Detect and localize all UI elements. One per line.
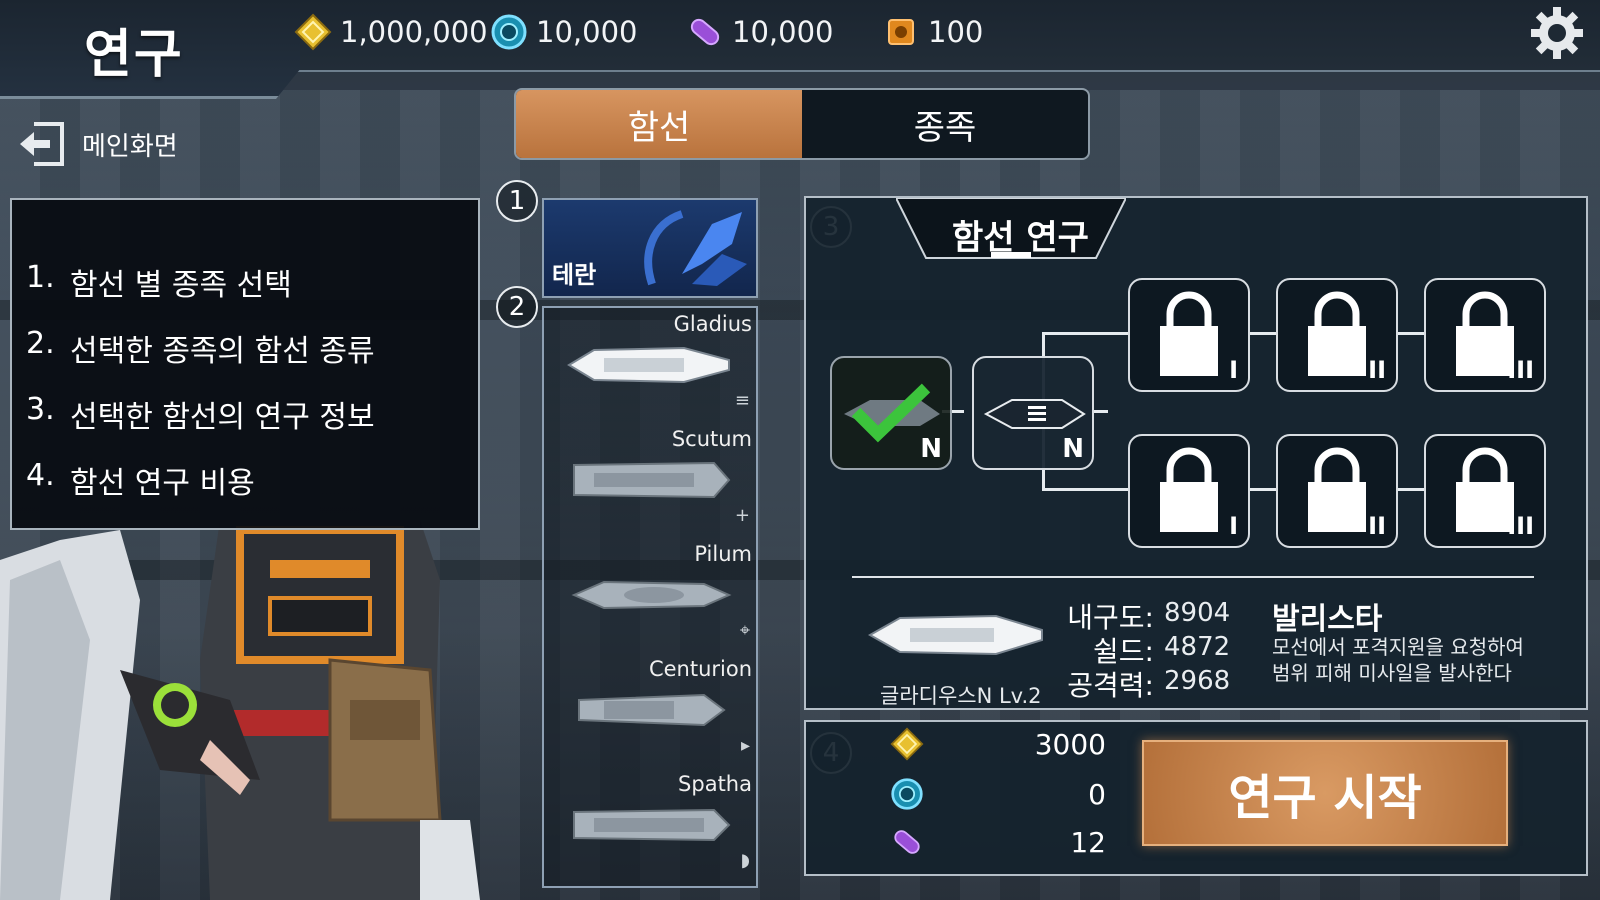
resource-gold-value: 1,000,000 (340, 15, 488, 49)
stat-value-shield: 4872 (1164, 632, 1231, 662)
ship-level-label: 글라디우스N Lv.2 (880, 684, 1042, 708)
guide-item: 3. 선택한 함선의 연구 정보 (26, 392, 375, 435)
page-title: 연구 (84, 25, 184, 85)
resource-chip: 100 (882, 12, 983, 52)
ship-gladius-icon (567, 346, 730, 384)
research-node-locked[interactable]: I (1128, 434, 1250, 548)
stat-value-attack: 2968 (1164, 666, 1231, 696)
research-node-locked[interactable]: II (1276, 434, 1398, 548)
stat-value-durability: 8904 (1164, 598, 1231, 628)
marker-1: 1 (496, 180, 538, 222)
research-node-locked[interactable]: I (1128, 278, 1250, 392)
guide-item: 4. 함선 연구 비용 (26, 458, 255, 501)
back-label: 메인화면 (82, 131, 178, 162)
guide-item: 2. 선택한 종족의 함선 종류 (26, 326, 375, 369)
ship-gladius-preview-icon (867, 614, 1043, 656)
resource-gold: 1,000,000 (294, 12, 488, 52)
tab-ships[interactable]: 함선 (516, 90, 802, 158)
exit-arrow-icon (20, 122, 64, 166)
research-node-locked[interactable]: II (1276, 278, 1398, 392)
ship-centurion-icon (578, 693, 726, 727)
guide-item: 1. 함선 별 종족 선택 (26, 260, 292, 303)
resource-orb-value: 10,000 (536, 15, 638, 49)
gold-diamond-icon (890, 727, 924, 761)
race-selector-terran[interactable]: 테란 (542, 198, 758, 298)
stat-label-attack: 공격력: (1067, 669, 1154, 702)
skill-name: 발리스타 (1272, 602, 1383, 637)
tree-connector (1398, 488, 1424, 491)
resource-chip-value: 100 (928, 15, 984, 49)
blue-orb-icon (490, 13, 528, 51)
tree-connector (1250, 488, 1276, 491)
ship-item-centurion[interactable]: Centurion ▸ (544, 653, 756, 768)
start-research-button[interactable]: 연구 시작 (1142, 740, 1508, 846)
gold-diamond-icon (294, 13, 332, 51)
ship-list: Gladius ≡ Scutum + Pilum ⌖ Centurion ▸ S… (542, 306, 758, 888)
tree-connector (1250, 332, 1276, 335)
resource-capsule-value: 10,000 (732, 15, 834, 49)
tab-races[interactable]: 종족 (802, 90, 1088, 158)
ship-item-gladius[interactable]: Gladius ≡ (544, 308, 756, 423)
cost-capsule: 12 (890, 820, 1140, 864)
ship-scutum-icon (573, 461, 731, 499)
ship-item-pilum[interactable]: Pilum ⌖ (544, 538, 756, 653)
resource-capsule: 10,000 (686, 12, 833, 52)
skill-description: 모선에서 포격지원을 요청하여 범위 피해 미사일을 발사한다 (1272, 635, 1524, 685)
research-divider (852, 576, 1534, 578)
guide-panel: 1. 함선 별 종족 선택 2. 선택한 종족의 함선 종류 3. 선택한 함선의 연… (10, 198, 480, 530)
tree-connector (1042, 332, 1130, 335)
research-node-locked[interactable]: III (1424, 278, 1546, 392)
tree-connector (1042, 488, 1130, 491)
cost-orb: 0 (890, 772, 1140, 816)
commander-character-illustration (0, 520, 480, 900)
purple-capsule-icon (686, 13, 724, 51)
tree-connector (1092, 410, 1108, 413)
research-title: 함선 연구 (952, 218, 1089, 258)
cost-gold: 3000 (890, 722, 1140, 766)
research-node-completed[interactable]: N (830, 356, 952, 470)
ship-pilum-icon (571, 580, 732, 610)
back-to-main-button[interactable]: 메인화면 (16, 118, 178, 170)
research-node-current[interactable]: N (972, 356, 1094, 470)
marker-2: 2 (496, 286, 538, 328)
terran-eagle-emblem-icon (644, 210, 747, 286)
purple-capsule-icon (894, 830, 920, 854)
gear-icon[interactable] (1530, 6, 1584, 60)
node-grade: N (920, 434, 942, 464)
blue-orb-icon (891, 778, 923, 810)
tree-connector (1398, 332, 1424, 335)
ship-item-scutum[interactable]: Scutum + (544, 423, 756, 538)
resource-orb: 10,000 (490, 12, 637, 52)
category-tabs: 함선 종족 (514, 88, 1090, 160)
orange-chip-icon (882, 13, 920, 51)
research-node-locked[interactable]: III (1424, 434, 1546, 548)
ship-item-spatha[interactable]: Spatha ◗ (544, 768, 756, 883)
node-grade: N (1062, 434, 1084, 464)
ship-spatha-icon (573, 808, 731, 842)
race-label: 테란 (552, 261, 597, 289)
